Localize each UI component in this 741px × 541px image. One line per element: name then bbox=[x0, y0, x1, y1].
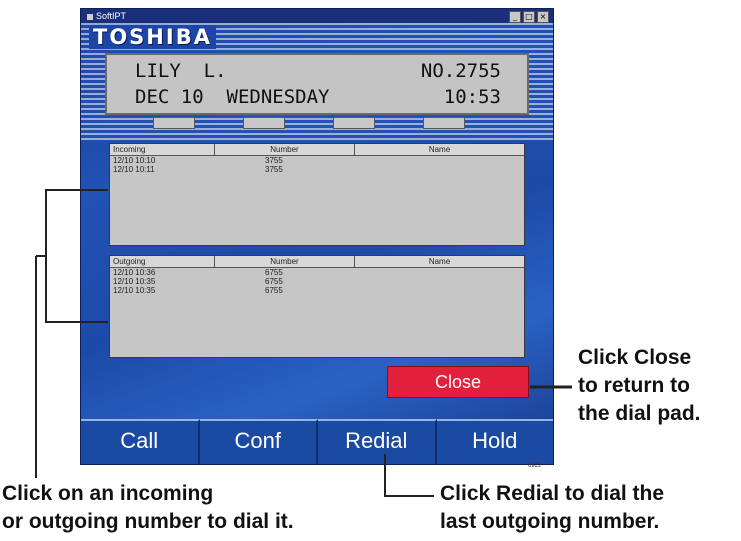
dial-log-callout: Click on an incoming or outgoing number … bbox=[2, 482, 294, 533]
redial-leader-line bbox=[384, 454, 434, 497]
close-callout: Click Close to return to the dial pad. bbox=[578, 346, 701, 425]
redial-callout: Click Redial to dial the last outgoing n… bbox=[440, 482, 665, 533]
callout-leader-lines bbox=[35, 189, 572, 497]
bracket-line bbox=[45, 189, 108, 323]
